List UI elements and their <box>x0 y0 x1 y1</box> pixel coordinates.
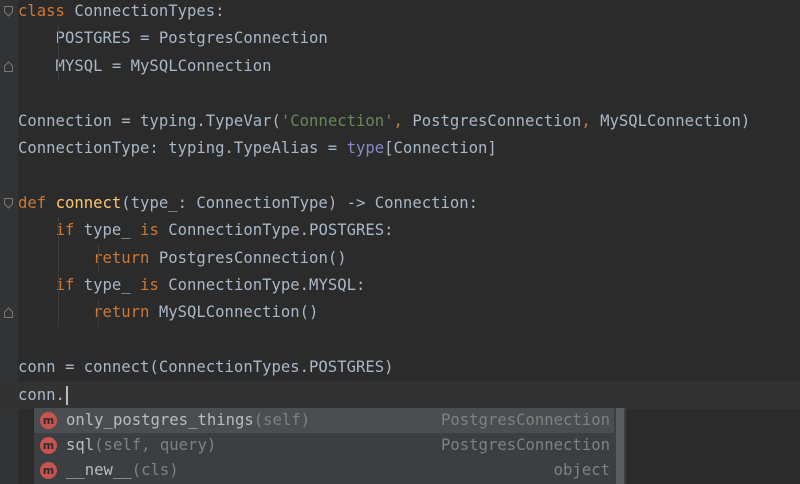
code-line-text: if type_ is ConnectionType.MYSQL: <box>18 272 366 299</box>
code-token: [Connection] <box>384 139 497 157</box>
code-line[interactable]: conn = connect(ConnectionTypes.POSTGRES) <box>0 354 800 381</box>
code-token: 'Connection' <box>280 111 394 130</box>
code-token: , <box>581 111 601 130</box>
code-line[interactable]: return PostgresConnection() <box>0 245 800 272</box>
code-token: PostgresConnection <box>412 111 582 130</box>
code-line[interactable]: ConnectionType: typing.TypeAlias = type[… <box>0 135 800 162</box>
completion-item-params: (self, query) <box>94 436 217 454</box>
completion-item-label: sql <box>66 436 95 454</box>
code-line-text: MYSQL = MySQLConnection <box>18 53 272 80</box>
text-caret <box>65 385 68 405</box>
code-line[interactable]: if type_ is ConnectionType.POSTGRES: <box>0 217 800 244</box>
code-token: class <box>18 2 65 20</box>
code-token: is <box>140 221 159 240</box>
code-token: type <box>346 139 385 157</box>
completion-item-type: object <box>553 461 610 479</box>
code-token: , <box>393 111 413 130</box>
code-line-text: Connection = typing.TypeVar('Connection'… <box>18 108 750 135</box>
method-icon: m <box>40 412 57 429</box>
code-line-text: ConnectionType: typing.TypeAlias = type[… <box>18 135 497 162</box>
completion-item-params: (self) <box>253 411 311 429</box>
completion-item-label: only_postgres_things <box>66 411 254 429</box>
code-line[interactable]: POSTGRES = PostgresConnection <box>0 25 800 52</box>
code-token: Connection = typing.TypeVar( <box>18 111 281 130</box>
code-token: type_ <box>74 221 141 240</box>
code-line-text: return PostgresConnection() <box>18 245 347 272</box>
code-token: type_ <box>74 276 141 294</box>
code-line[interactable]: Connection = typing.TypeVar('Connection'… <box>0 108 800 135</box>
completion-scrollbar[interactable] <box>616 408 624 484</box>
code-token: MySQLConnection() <box>149 303 319 322</box>
method-icon: m <box>40 437 57 454</box>
completion-item[interactable]: m __new__(cls) object <box>34 458 614 483</box>
code-line-text: POSTGRES = PostgresConnection <box>18 25 328 52</box>
completion-scrollbar-thumb[interactable] <box>616 408 624 484</box>
completion-item-name: __new__(cls) <box>66 458 179 483</box>
completion-item[interactable]: m sql(self, query) PostgresConnection <box>34 433 614 458</box>
code-token: MYSQL = MySQLConnection <box>18 56 272 75</box>
indent-guide <box>98 299 99 327</box>
code-line[interactable]: if type_ is ConnectionType.MYSQL: <box>0 272 800 299</box>
code-line[interactable]: def connect(type_: ConnectionType) -> Co… <box>0 190 800 217</box>
fold-collapse-icon[interactable] <box>4 6 13 17</box>
code-token: conn = connect(ConnectionTypes.POSTGRES) <box>18 358 394 377</box>
completion-item-name: sql(self, query) <box>66 433 216 458</box>
code-token: POSTGRES = PostgresConnection <box>18 29 328 48</box>
code-line[interactable]: class ConnectionTypes: <box>0 0 800 25</box>
completion-item-name: only_postgres_things(self) <box>66 408 310 433</box>
completion-item[interactable]: m only_postgres_things(self) PostgresConne… <box>34 408 614 433</box>
code-line-text: class ConnectionTypes: <box>18 0 225 25</box>
indent-guide <box>98 244 99 272</box>
code-line[interactable] <box>0 162 800 189</box>
code-line[interactable] <box>0 327 800 354</box>
completion-popup[interactable]: m only_postgres_things(self) PostgresConne… <box>34 408 626 484</box>
code-line-text: conn = connect(ConnectionTypes.POSTGRES) <box>18 354 394 381</box>
indent-guide <box>58 217 59 327</box>
code-token: ConnectionTypes: <box>74 2 225 20</box>
code-line[interactable]: MYSQL = MySQLConnection <box>0 53 800 80</box>
fold-end-icon[interactable] <box>4 307 13 319</box>
code-token: conn. <box>18 385 65 404</box>
code-line[interactable]: return MySQLConnection() <box>0 299 800 326</box>
completion-item-label: __new__ <box>66 461 132 479</box>
code-line-text: def connect(type_: ConnectionType) -> Co… <box>18 190 478 217</box>
code-token: return <box>93 248 150 267</box>
code-token: ConnectionType: typing.TypeAlias = <box>18 139 347 157</box>
code-token: def <box>18 193 47 212</box>
completion-item-params: (cls) <box>131 461 179 479</box>
code-line[interactable] <box>0 80 800 107</box>
code-token: connect <box>55 193 122 212</box>
code-line-text: return MySQLConnection() <box>18 299 318 326</box>
code-token: (type_: ConnectionType) -> Connection: <box>121 193 479 212</box>
code-line[interactable]: conn. <box>0 381 800 409</box>
code-token: is <box>140 276 159 294</box>
code-token: ConnectionType.MYSQL: <box>158 276 366 294</box>
code-token: ConnectionType.POSTGRES: <box>158 221 394 240</box>
indent-guide <box>58 25 59 81</box>
code-line-text: conn. <box>18 382 68 409</box>
code-line-text: if type_ is ConnectionType.POSTGRES: <box>18 217 394 244</box>
code-token: PostgresConnection() <box>149 248 347 267</box>
code-token: return <box>93 303 150 322</box>
fold-collapse-icon[interactable] <box>4 197 13 209</box>
completion-item-type: PostgresConnection <box>441 436 610 454</box>
code-token: MySQLConnection) <box>600 111 751 130</box>
method-icon: m <box>40 462 57 479</box>
fold-end-icon[interactable] <box>4 61 13 72</box>
completion-item-type: PostgresConnection <box>441 411 610 429</box>
